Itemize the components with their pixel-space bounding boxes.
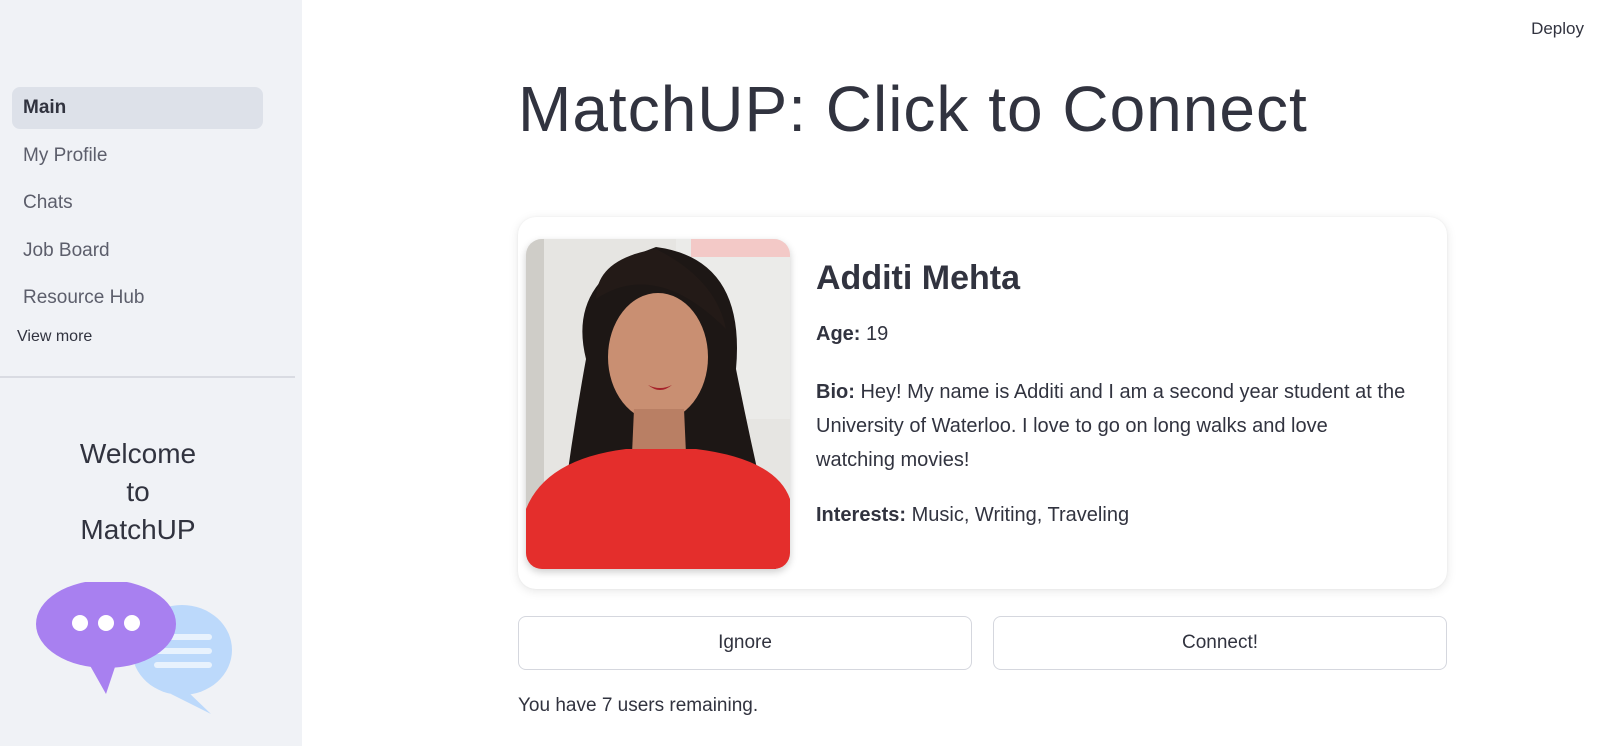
- interests-label: Interests:: [816, 504, 907, 526]
- connect-button[interactable]: Connect!: [993, 616, 1447, 670]
- chat-bubbles-illustration: [36, 582, 232, 714]
- ignore-button[interactable]: Ignore: [518, 616, 972, 670]
- welcome-heading: Welcome to MatchUP: [38, 435, 238, 549]
- bio-value: Hey! My name is Additi and I am a second…: [816, 381, 1406, 471]
- profile-card: Additi Mehta Age: 19 Bio: Hey! My name i…: [518, 217, 1447, 589]
- welcome-line-1: Welcome: [79, 438, 197, 469]
- sidebar-item-main[interactable]: Main: [12, 87, 263, 129]
- sidebar-item-job-board[interactable]: Job Board: [12, 230, 263, 272]
- interests-value: Music, Writing, Traveling: [911, 504, 1130, 526]
- bio-label: Bio:: [816, 381, 855, 403]
- sidebar-item-my-profile[interactable]: My Profile: [12, 135, 263, 177]
- profile-age: Age: 19: [816, 323, 888, 346]
- profile-photo: [526, 239, 790, 569]
- welcome-line-3: MatchUP: [80, 514, 196, 545]
- age-value: 19: [866, 323, 889, 345]
- sidebar: Main My Profile Chats Job Board Resource…: [0, 0, 302, 746]
- profile-bio: Bio: Hey! My name is Additi and I am a s…: [816, 375, 1406, 477]
- sidebar-divider: [0, 376, 295, 378]
- view-more-link[interactable]: View more: [17, 328, 92, 346]
- deploy-button[interactable]: Deploy: [1531, 19, 1584, 39]
- welcome-line-2: to: [126, 476, 150, 507]
- sidebar-item-chats[interactable]: Chats: [12, 182, 263, 224]
- sidebar-nav: Main My Profile Chats Job Board Resource…: [12, 87, 263, 325]
- profile-interests: Interests: Music, Writing, Traveling: [816, 504, 1129, 527]
- age-label: Age:: [816, 323, 861, 345]
- users-remaining-text: You have 7 users remaining.: [518, 695, 759, 716]
- page-title: MatchUP: Click to Connect: [518, 73, 1308, 145]
- profile-name: Additi Mehta: [816, 259, 1020, 297]
- sidebar-item-resource-hub[interactable]: Resource Hub: [12, 277, 263, 319]
